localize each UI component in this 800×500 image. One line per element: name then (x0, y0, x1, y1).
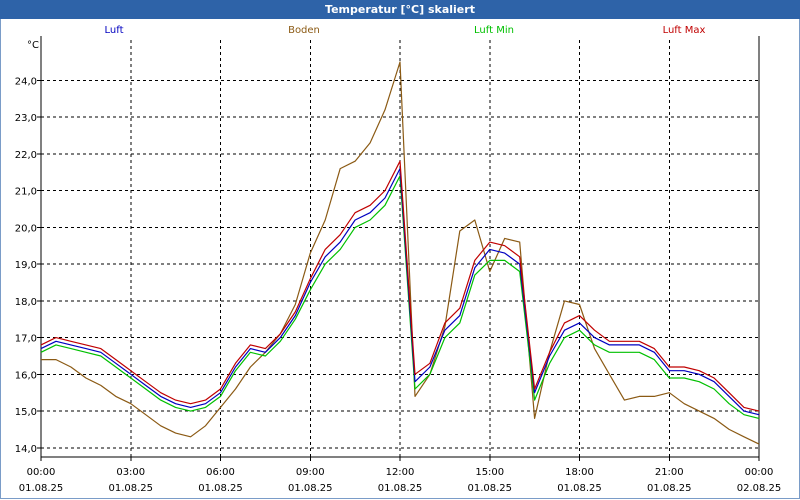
x-tick-date-label: 01.08.25 (647, 483, 692, 494)
x-tick-date-label: 01.08.25 (198, 483, 243, 494)
x-tick-date-label: 01.08.25 (378, 483, 423, 494)
legend-entry: Luft Max (663, 25, 706, 36)
y-tick-label: 14,0 (15, 444, 37, 455)
y-tick-label: 15,0 (15, 407, 37, 418)
y-tick-label: 16,0 (15, 370, 37, 381)
y-tick-label: 18,0 (15, 297, 37, 308)
x-tick-time-label: 03:00 (116, 467, 145, 478)
y-tick-label: 23,0 (15, 113, 37, 124)
x-tick-date-label: 01.08.25 (19, 483, 64, 494)
x-tick-date-label: 01.08.25 (467, 483, 512, 494)
x-tick-time-label: 00:00 (745, 467, 774, 478)
x-tick-time-label: 00:00 (27, 467, 56, 478)
x-tick-date-label: 01.08.25 (288, 483, 333, 494)
x-tick-time-label: 09:00 (296, 467, 325, 478)
y-tick-label: 20,0 (15, 223, 37, 234)
x-tick-time-label: 06:00 (206, 467, 235, 478)
y-tick-label: 21,0 (15, 187, 37, 198)
x-tick-date-label: 02.08.25 (737, 483, 782, 494)
x-tick-time-label: 12:00 (386, 467, 415, 478)
y-tick-label: 19,0 (15, 260, 37, 271)
chart-title: Temperatur [°C] skaliert (0, 0, 800, 19)
x-tick-time-label: 18:00 (565, 467, 594, 478)
y-tick-label: 17,0 (15, 334, 37, 345)
legend-entry: Boden (288, 25, 320, 36)
y-axis-unit-label: °C (27, 40, 39, 51)
x-tick-date-label: 01.08.25 (108, 483, 153, 494)
x-tick-time-label: 15:00 (475, 467, 504, 478)
x-tick-time-label: 21:00 (655, 467, 684, 478)
x-tick-date-label: 01.08.25 (557, 483, 602, 494)
legend-entry: Luft Min (474, 25, 514, 36)
y-tick-label: 22,0 (15, 150, 37, 161)
chart-frame: 14,0 15,0 16,0 17,0 18,0 19,0 20,0 21,0 22,0 23,0… (0, 19, 800, 499)
legend-entry: Luft (105, 25, 124, 36)
y-tick-label: 24,0 (15, 76, 37, 87)
line-chart: 14,0 15,0 16,0 17,0 18,0 19,0 20,0 21,0 22,0 23,0… (15, 25, 782, 494)
